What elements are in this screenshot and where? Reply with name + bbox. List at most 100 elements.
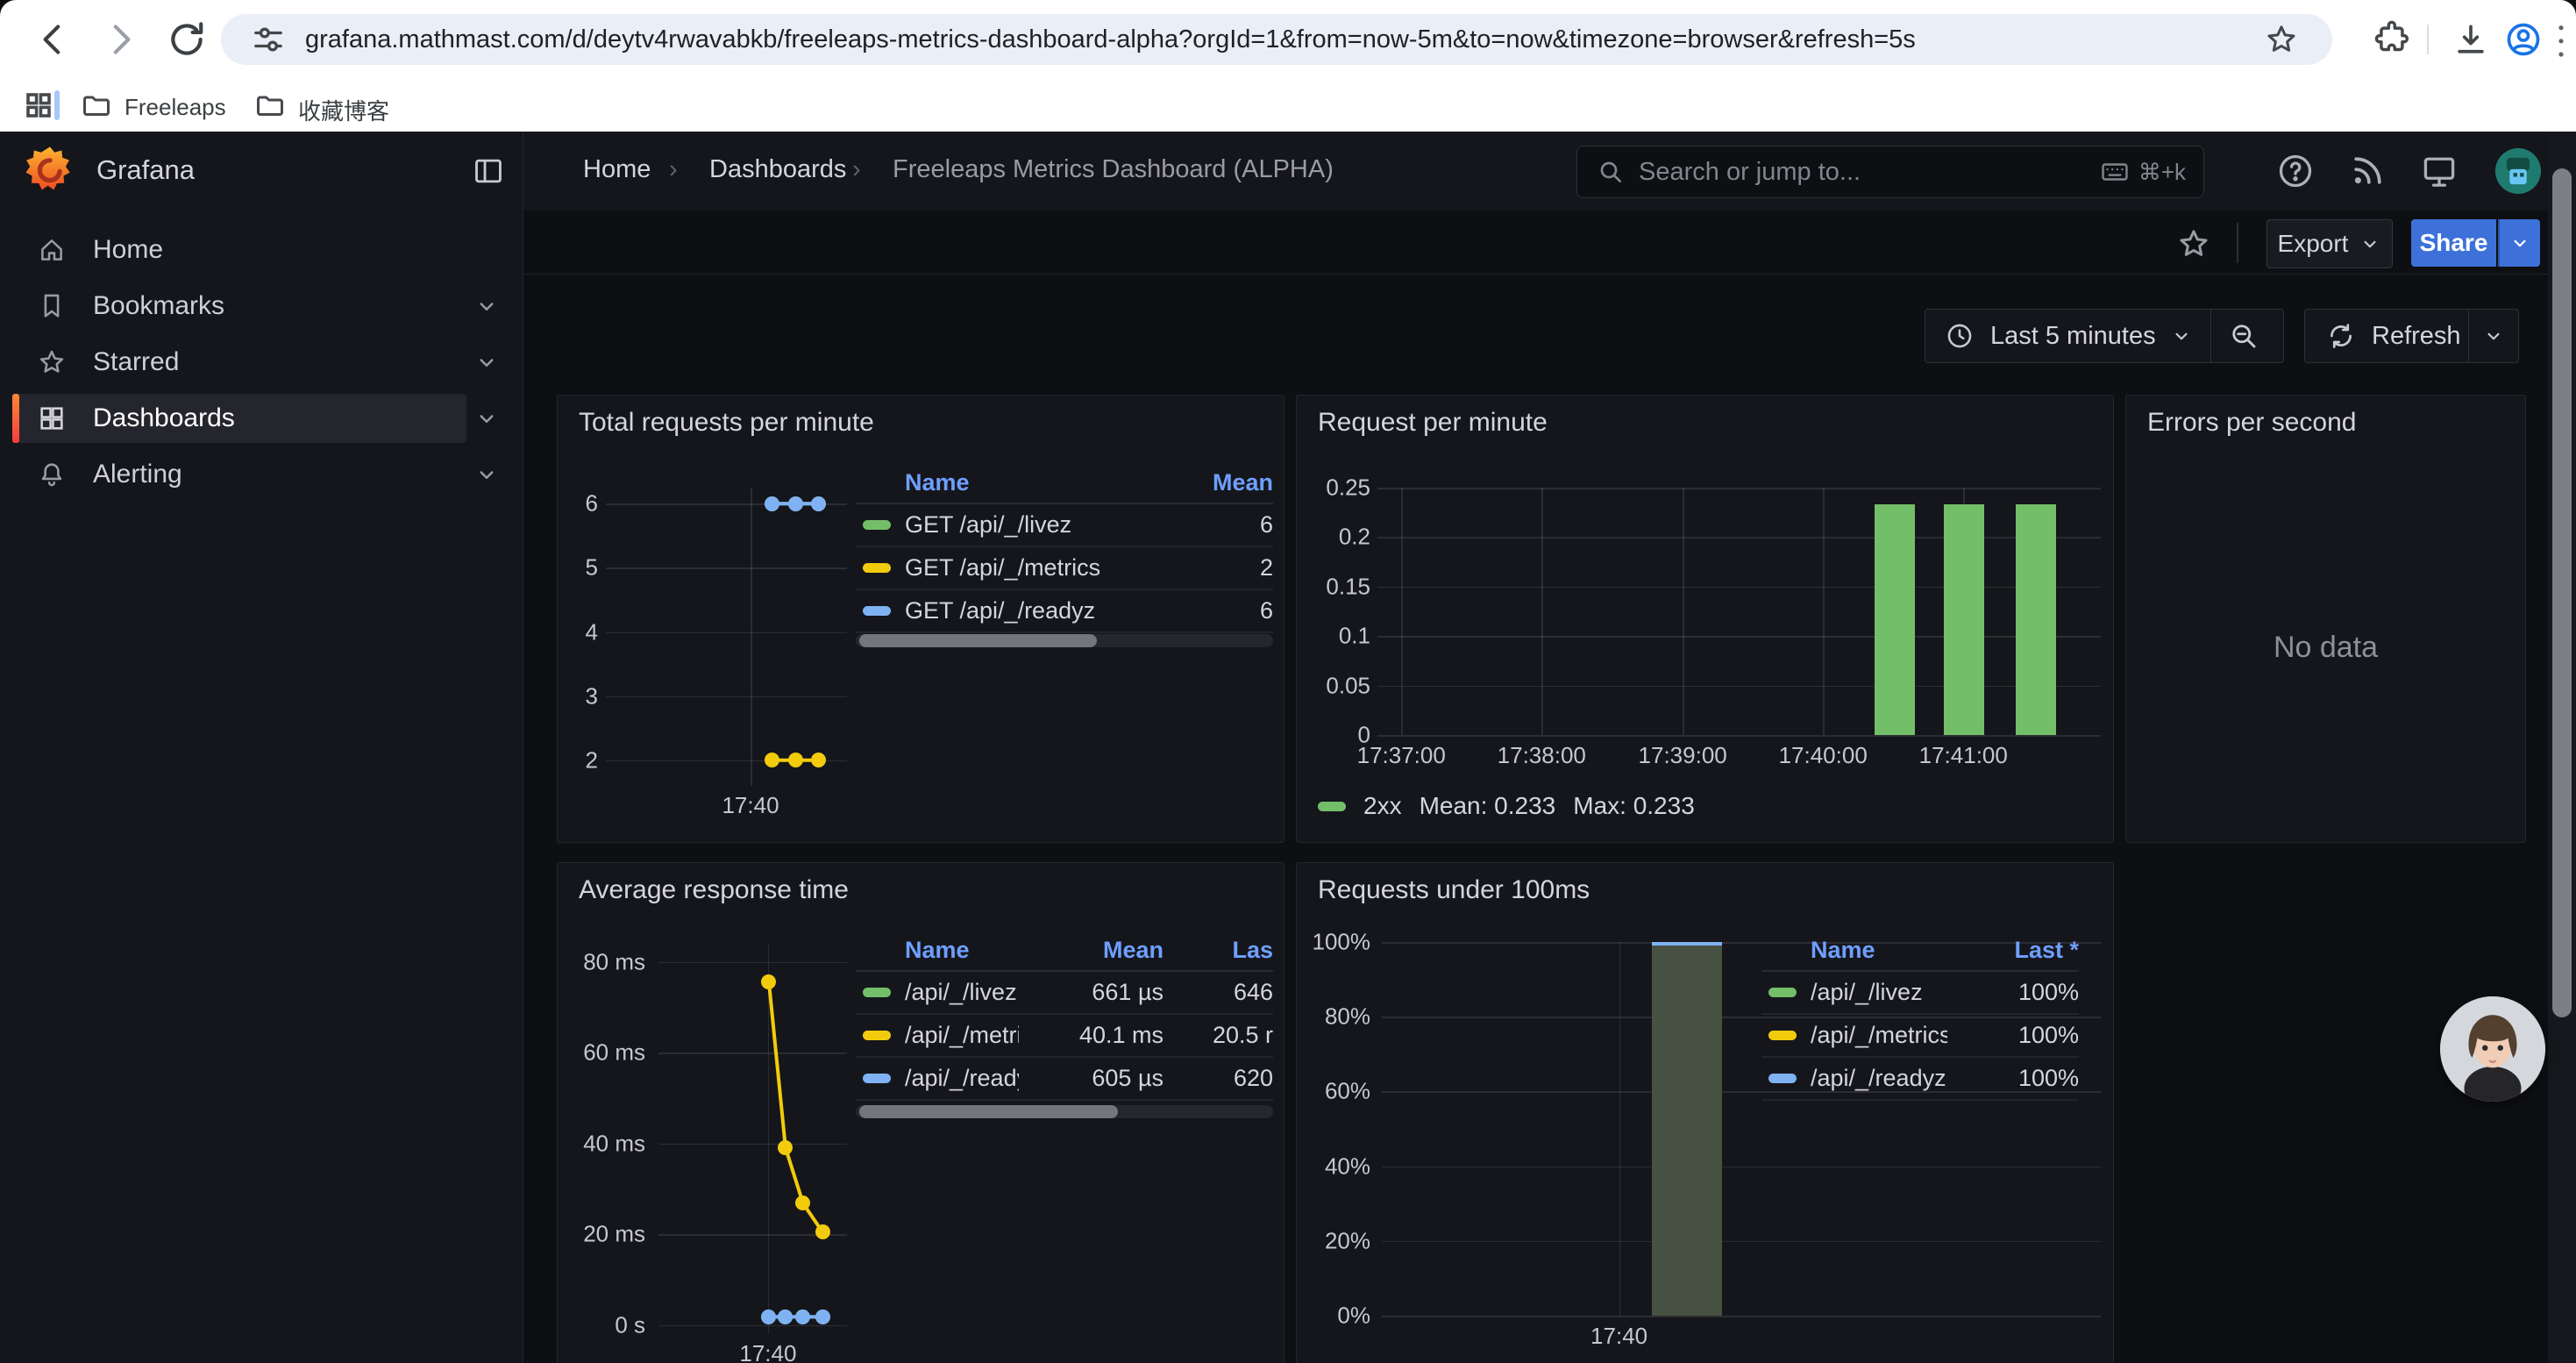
- url-bar[interactable]: grafana.mathmast.com/d/deytv4rwavabkb/fr…: [221, 14, 2332, 65]
- legend-row[interactable]: GET /api/_/metrics2: [856, 547, 1273, 590]
- help-icon[interactable]: [2276, 152, 2315, 190]
- time-range-picker[interactable]: Last 5 minutes: [1925, 309, 2284, 363]
- series-name: GET /api/_/readyz: [905, 597, 1159, 624]
- legend-scrollbar[interactable]: [856, 634, 1273, 647]
- y-tick-label: 0.25: [1326, 475, 1370, 502]
- legend-row[interactable]: /api/_/livez661 µs646: [856, 972, 1273, 1015]
- sidebar-item-bookmarks[interactable]: Bookmarks: [12, 282, 466, 331]
- series-mean: Mean: 0.233: [1420, 792, 1556, 820]
- y-axis: 0.250.20.150.10.050: [1297, 488, 1370, 735]
- favorite-star-icon[interactable]: [2176, 226, 2211, 261]
- menu-dots-icon[interactable]: [2550, 20, 2572, 59]
- x-axis: 17:40: [1382, 1323, 2101, 1352]
- news-rss-icon[interactable]: [2348, 152, 2387, 190]
- chevron-down-icon[interactable]: [473, 349, 500, 375]
- breadcrumb-separator: ›: [852, 155, 861, 184]
- legend-value: 100%: [1947, 1022, 2079, 1049]
- chevron-down-icon[interactable]: [473, 461, 500, 488]
- share-dropdown-button[interactable]: [2498, 219, 2540, 267]
- grafana-logo-icon[interactable]: [25, 145, 75, 196]
- y-tick-label: 40%: [1325, 1152, 1370, 1180]
- data-point: [765, 496, 779, 511]
- series-name: /api/_/livez: [1811, 979, 1947, 1006]
- gridline-horizontal: [1382, 1241, 2101, 1243]
- search-input[interactable]: Search or jump to... ⌘+k: [1576, 146, 2204, 198]
- extensions-icon[interactable]: [2373, 20, 2411, 59]
- legend[interactable]: 2xx Mean: 0.233 Max: 0.233: [1318, 792, 1695, 820]
- panel-title[interactable]: Total requests per minute: [579, 408, 874, 438]
- back-icon[interactable]: [32, 18, 75, 61]
- x-tick-label: 17:40: [739, 1340, 796, 1363]
- legend-row[interactable]: GET /api/_/livez6: [856, 504, 1273, 547]
- legend-table[interactable]: NameMeanGET /api/_/livez6GET /api/_/metr…: [856, 462, 1273, 633]
- download-icon[interactable]: [2451, 20, 2490, 59]
- area-bar: [1652, 942, 1722, 1316]
- legend-table[interactable]: NameLast */api/_/livez100%/api/_/metrics…: [1761, 930, 2079, 1101]
- url-text[interactable]: grafana.mathmast.com/d/deytv4rwavabkb/fr…: [305, 25, 2332, 54]
- breadcrumb-dashboards[interactable]: Dashboards: [709, 155, 846, 184]
- sidebar-item-dashboards[interactable]: Dashboards: [12, 394, 466, 443]
- series-swatch: [856, 1031, 905, 1040]
- x-tick-label: 17:40: [722, 792, 779, 819]
- legend-row[interactable]: /api/_/livez100%: [1761, 972, 2079, 1015]
- legend-value: 646: [1163, 979, 1273, 1006]
- site-settings-icon[interactable]: [251, 22, 286, 57]
- drag-indicator: [54, 90, 60, 120]
- legend-scrollbar[interactable]: [856, 1105, 1273, 1118]
- export-button[interactable]: Export: [2266, 219, 2393, 268]
- legend-row[interactable]: /api/_/readyz605 µs620: [856, 1058, 1273, 1101]
- gridline-horizontal: [1377, 587, 2101, 589]
- legend-table[interactable]: NameMeanLas/api/_/livez661 µs646/api/_/m…: [856, 930, 1273, 1101]
- bookmark-item[interactable]: Freeleaps: [125, 94, 226, 121]
- panel-title[interactable]: Errors per second: [2147, 408, 2356, 438]
- no-data-message: No data: [2126, 631, 2525, 665]
- sidebar-item-alerting[interactable]: Alerting: [12, 450, 466, 499]
- legend-value: 100%: [1947, 1065, 2079, 1092]
- forward-icon[interactable]: [98, 18, 142, 61]
- sidebar-item-starred[interactable]: Starred: [12, 338, 466, 387]
- panel-title[interactable]: Requests under 100ms: [1318, 875, 1590, 905]
- page-scrollbar-thumb[interactable]: [2552, 168, 2572, 1017]
- chart-plot: [1377, 488, 2101, 735]
- legend-row[interactable]: /api/_/metrics40.1 ms20.5 r: [856, 1015, 1273, 1058]
- y-axis: 80 ms60 ms40 ms20 ms0 s: [558, 944, 645, 1334]
- search-placeholder: Search or jump to...: [1639, 158, 2100, 187]
- legend-row[interactable]: /api/_/metrics100%: [1761, 1015, 2079, 1058]
- refresh-interval-dropdown[interactable]: [2468, 310, 2518, 362]
- zoom-out-button[interactable]: [2210, 310, 2276, 362]
- bar: [2016, 504, 2056, 735]
- panel-title[interactable]: Request per minute: [1318, 408, 1548, 438]
- legend-row[interactable]: /api/_/readyz100%: [1761, 1058, 2079, 1101]
- bookmark-item[interactable]: 收藏博客: [298, 94, 389, 126]
- brand-name[interactable]: Grafana: [96, 154, 195, 186]
- gridline-horizontal: [1377, 686, 2101, 688]
- panel-title[interactable]: Average response time: [579, 875, 849, 905]
- dashboards-grid-icon: [37, 403, 67, 433]
- breadcrumb-home[interactable]: Home: [583, 155, 651, 184]
- monitor-icon[interactable]: [2420, 152, 2459, 190]
- series-name[interactable]: 2xx: [1363, 792, 1402, 820]
- user-avatar[interactable]: [2495, 148, 2541, 194]
- reload-icon[interactable]: [165, 18, 209, 61]
- chevron-down-icon: [2482, 325, 2505, 347]
- x-tick-label: 17:38:00: [1498, 742, 1586, 769]
- legend-value: 40.1 ms: [1019, 1022, 1163, 1049]
- bookmark-star-icon[interactable]: [2264, 22, 2299, 57]
- sidebar-item-home[interactable]: Home: [12, 225, 466, 275]
- folder-icon[interactable]: [81, 89, 112, 121]
- share-button[interactable]: Share: [2411, 219, 2496, 267]
- x-tick-label: 17:37:00: [1357, 742, 1446, 769]
- refresh-button[interactable]: Refresh: [2304, 309, 2519, 363]
- chevron-down-icon[interactable]: [473, 405, 500, 432]
- screen: grafana.mathmast.com/d/deytv4rwavabkb/fr…: [0, 0, 2576, 1363]
- profile-icon[interactable]: [2504, 20, 2543, 59]
- chevron-down-icon[interactable]: [473, 293, 500, 319]
- legend-row[interactable]: GET /api/_/readyz6: [856, 590, 1273, 633]
- gridline-vertical: [1541, 488, 1543, 735]
- folder-icon[interactable]: [254, 89, 286, 121]
- apps-grid-icon[interactable]: [23, 89, 54, 121]
- search-icon: [1597, 158, 1625, 186]
- floating-avatar[interactable]: [2440, 996, 2545, 1102]
- sidebar-toggle-icon[interactable]: [472, 154, 505, 188]
- search-shortcut: ⌘+k: [2100, 157, 2186, 187]
